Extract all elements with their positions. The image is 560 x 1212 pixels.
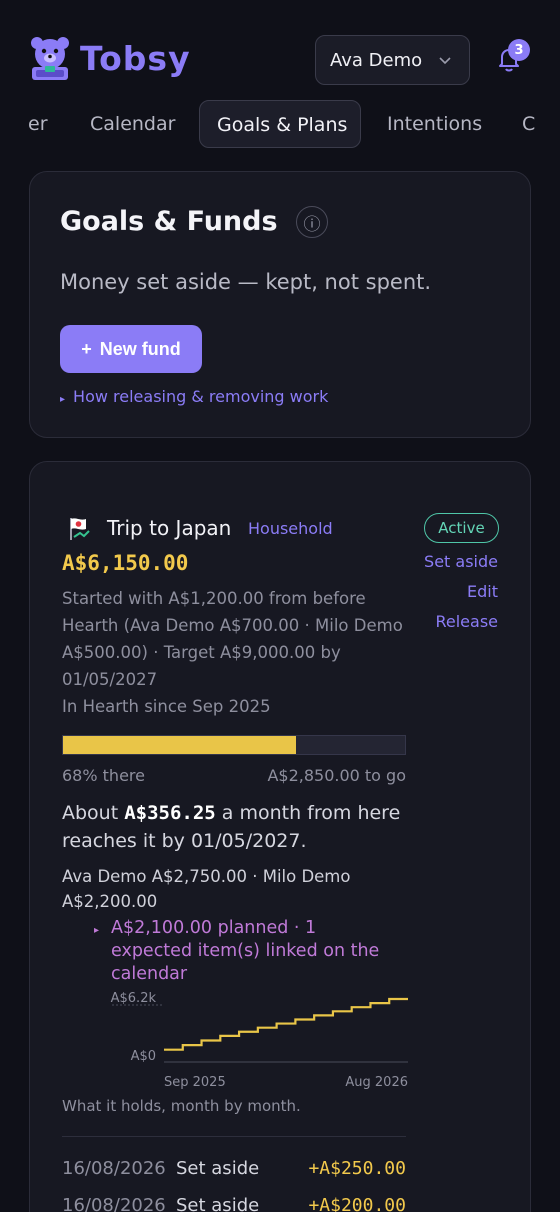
edit-link[interactable]: Edit bbox=[467, 582, 498, 601]
planned-items-link[interactable]: ▸ A$2,100.00 planned · 1 expected item(s… bbox=[94, 917, 384, 986]
x-tick-label: Sep 2025 bbox=[164, 1075, 226, 1090]
bear-mascot-icon bbox=[31, 37, 69, 80]
chart-caption: What it holds, month by month. bbox=[62, 1097, 301, 1115]
progress-bar bbox=[62, 735, 406, 755]
tab-calendar[interactable]: Calendar bbox=[90, 100, 175, 148]
tab-goals-plans[interactable]: Goals & Plans bbox=[199, 100, 361, 148]
fund-scope: Household bbox=[248, 519, 333, 538]
to-go-label: A$2,850.00 to go bbox=[267, 766, 406, 785]
fund-history-chart: A$6.2k A$0 Sep 2025 Aug 2026 bbox=[111, 991, 408, 1090]
status-badge: Active bbox=[424, 513, 499, 543]
transaction-date: 16/08/2026 bbox=[62, 1158, 166, 1179]
user-name: Ava Demo bbox=[330, 49, 423, 71]
user-selector[interactable]: Ava Demo bbox=[315, 35, 470, 85]
divider bbox=[62, 1136, 406, 1137]
transaction-type: Set aside bbox=[176, 1158, 260, 1179]
progress-label: 68% there bbox=[62, 766, 145, 785]
transaction-row: 16/08/2026 Set aside +A$250.00 bbox=[62, 1158, 406, 1188]
chart-series-line bbox=[164, 997, 408, 1051]
fund-card: Trip to Japan Household Active Set aside… bbox=[29, 461, 531, 1212]
tab-intentions[interactable]: Intentions bbox=[387, 100, 482, 148]
monthly-amount: A$356.25 bbox=[124, 802, 216, 824]
member-split: Ava Demo A$2,750.00 · Milo Demo A$2,200.… bbox=[62, 867, 351, 911]
japan-flag-icon bbox=[70, 518, 90, 540]
fund-name: Trip to Japan bbox=[107, 516, 232, 540]
how-releasing-link[interactable]: ▸ How releasing & removing work bbox=[60, 387, 328, 406]
progress-fill bbox=[63, 736, 296, 754]
tab-partial-left[interactable]: er bbox=[28, 100, 48, 148]
disclosure-triangle-icon: ▸ bbox=[94, 925, 100, 936]
transaction-row: 16/08/2026 Set aside +A$200.00 bbox=[62, 1195, 406, 1212]
set-aside-link[interactable]: Set aside bbox=[424, 552, 498, 571]
y-tick-label: A$0 bbox=[131, 1049, 156, 1064]
how-link-label: How releasing & removing work bbox=[73, 387, 329, 406]
x-tick-label: Aug 2026 bbox=[345, 1075, 408, 1090]
app-header: Tobsy Ava Demo 3 bbox=[0, 0, 560, 100]
fund-since: In Hearth since Sep 2025 bbox=[62, 697, 271, 716]
plus-icon: + bbox=[81, 338, 92, 359]
transaction-type: Set aside bbox=[176, 1195, 260, 1212]
tab-partial-right[interactable]: C bbox=[522, 100, 535, 148]
goals-subtitle: Money set aside — kept, not spent. bbox=[60, 270, 432, 294]
transaction-amount: +A$250.00 bbox=[308, 1158, 406, 1179]
release-link[interactable]: Release bbox=[435, 612, 498, 631]
monthly-prefix: About bbox=[62, 802, 119, 824]
disclosure-triangle-icon: ▸ bbox=[60, 394, 66, 405]
notification-badge: 3 bbox=[508, 39, 530, 61]
new-fund-label: New fund bbox=[99, 338, 181, 359]
new-fund-button[interactable]: + New fund bbox=[60, 325, 202, 373]
monthly-target: About A$356.25 a month from here reaches… bbox=[62, 799, 407, 855]
fund-amount: A$6,150.00 bbox=[62, 551, 189, 575]
page-title: Goals & Funds bbox=[60, 206, 278, 237]
planned-text: A$2,100.00 planned · 1 expected item(s) … bbox=[111, 918, 380, 984]
fund-description: Started with A$1,200.00 from before Hear… bbox=[62, 589, 403, 689]
transaction-date: 16/08/2026 bbox=[62, 1195, 166, 1212]
info-icon[interactable]: ⓘ bbox=[296, 206, 328, 238]
transaction-amount: +A$200.00 bbox=[308, 1195, 406, 1212]
app-logo[interactable]: Tobsy bbox=[28, 34, 191, 82]
goals-funds-card: Goals & Funds ⓘ Money set aside — kept, … bbox=[29, 171, 531, 438]
chevron-down-icon bbox=[439, 57, 451, 65]
y-tick-label: A$6.2k bbox=[111, 991, 157, 1006]
brand-name: Tobsy bbox=[80, 38, 191, 78]
tab-bar: er Calendar Goals & Plans Intentions C bbox=[0, 100, 560, 148]
